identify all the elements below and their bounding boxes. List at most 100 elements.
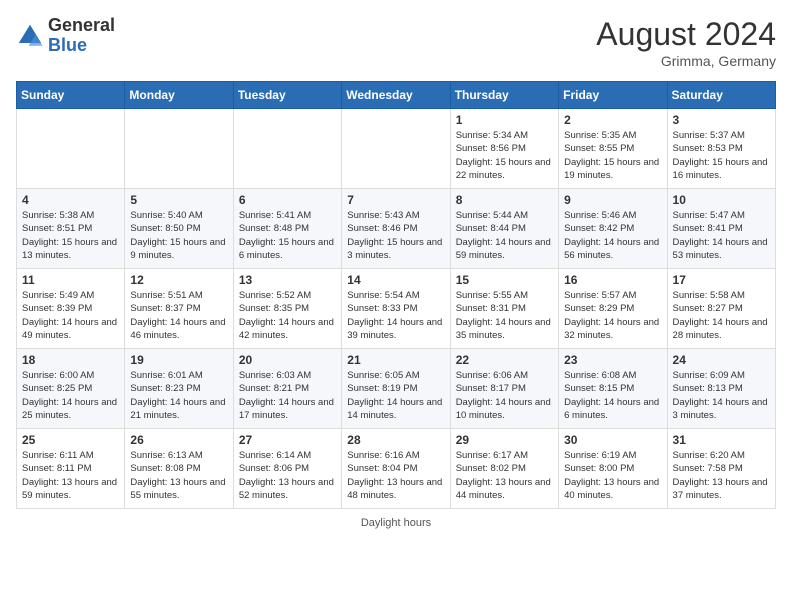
- calendar-cell: 27 Sunrise: 6:14 AM Sunset: 8:06 PM Dayli…: [233, 429, 341, 509]
- location: Grimma, Germany: [596, 53, 776, 69]
- calendar-cell: 25 Sunrise: 6:11 AM Sunset: 8:11 PM Dayli…: [17, 429, 125, 509]
- col-wednesday: Wednesday: [342, 82, 450, 109]
- day-number: 25: [22, 433, 119, 447]
- day-info: Sunrise: 6:13 AM Sunset: 8:08 PM Dayligh…: [130, 449, 227, 502]
- day-number: 2: [564, 113, 661, 127]
- calendar-cell: 30 Sunrise: 6:19 AM Sunset: 8:00 PM Dayli…: [559, 429, 667, 509]
- calendar-body: 1 Sunrise: 5:34 AM Sunset: 8:56 PM Daylig…: [17, 109, 776, 509]
- day-number: 13: [239, 273, 336, 287]
- day-info: Sunrise: 5:51 AM Sunset: 8:37 PM Dayligh…: [130, 289, 227, 342]
- calendar-cell: 19 Sunrise: 6:01 AM Sunset: 8:23 PM Dayli…: [125, 349, 233, 429]
- day-number: 14: [347, 273, 444, 287]
- calendar-cell: [342, 109, 450, 189]
- col-sunday: Sunday: [17, 82, 125, 109]
- day-number: 1: [456, 113, 553, 127]
- day-info: Sunrise: 6:19 AM Sunset: 8:00 PM Dayligh…: [564, 449, 661, 502]
- calendar-cell: [17, 109, 125, 189]
- calendar-cell: 8 Sunrise: 5:44 AM Sunset: 8:44 PM Daylig…: [450, 189, 558, 269]
- calendar-table: Sunday Monday Tuesday Wednesday Thursday…: [16, 81, 776, 509]
- day-number: 16: [564, 273, 661, 287]
- calendar-cell: 24Sunrise: 6:09 AM Sunset: 8:13 PM Dayli…: [667, 349, 775, 429]
- calendar-cell: 5 Sunrise: 5:40 AM Sunset: 8:50 PM Daylig…: [125, 189, 233, 269]
- col-monday: Monday: [125, 82, 233, 109]
- col-friday: Friday: [559, 82, 667, 109]
- day-info: Sunrise: 5:52 AM Sunset: 8:35 PM Dayligh…: [239, 289, 336, 342]
- day-number: 5: [130, 193, 227, 207]
- calendar-cell: 16 Sunrise: 5:57 AM Sunset: 8:29 PM Dayli…: [559, 269, 667, 349]
- day-number: 19: [130, 353, 227, 367]
- day-info: Sunrise: 6:05 AM Sunset: 8:19 PM Dayligh…: [347, 369, 444, 422]
- day-number: 26: [130, 433, 227, 447]
- calendar-cell: 10Sunrise: 5:47 AM Sunset: 8:41 PM Dayli…: [667, 189, 775, 269]
- calendar-week-4: 18 Sunrise: 6:00 AM Sunset: 8:25 PM Dayli…: [17, 349, 776, 429]
- logo-blue-text: Blue: [48, 35, 87, 55]
- day-number: 18: [22, 353, 119, 367]
- day-number: 6: [239, 193, 336, 207]
- day-info: Sunrise: 5:37 AM Sunset: 8:53 PM Dayligh…: [673, 129, 770, 182]
- calendar-cell: 14 Sunrise: 5:54 AM Sunset: 8:33 PM Dayli…: [342, 269, 450, 349]
- day-info: Sunrise: 6:06 AM Sunset: 8:17 PM Dayligh…: [456, 369, 553, 422]
- calendar-cell: 23Sunrise: 6:08 AM Sunset: 8:15 PM Dayli…: [559, 349, 667, 429]
- calendar-cell: 29Sunrise: 6:17 AM Sunset: 8:02 PM Dayli…: [450, 429, 558, 509]
- day-info: Sunrise: 6:14 AM Sunset: 8:06 PM Dayligh…: [239, 449, 336, 502]
- day-info: Sunrise: 5:46 AM Sunset: 8:42 PM Dayligh…: [564, 209, 661, 262]
- day-info: Sunrise: 5:44 AM Sunset: 8:44 PM Dayligh…: [456, 209, 553, 262]
- day-info: Sunrise: 6:17 AM Sunset: 8:02 PM Dayligh…: [456, 449, 553, 502]
- day-info: Sunrise: 6:11 AM Sunset: 8:11 PM Dayligh…: [22, 449, 119, 502]
- day-info: Sunrise: 6:03 AM Sunset: 8:21 PM Dayligh…: [239, 369, 336, 422]
- day-number: 3: [673, 113, 770, 127]
- calendar-cell: 17Sunrise: 5:58 AM Sunset: 8:27 PM Dayli…: [667, 269, 775, 349]
- calendar-cell: 12Sunrise: 5:51 AM Sunset: 8:37 PM Dayli…: [125, 269, 233, 349]
- day-info: Sunrise: 5:43 AM Sunset: 8:46 PM Dayligh…: [347, 209, 444, 262]
- day-headers-row: Sunday Monday Tuesday Wednesday Thursday…: [17, 82, 776, 109]
- calendar-cell: 7 Sunrise: 5:43 AM Sunset: 8:46 PM Daylig…: [342, 189, 450, 269]
- day-number: 11: [22, 273, 119, 287]
- day-number: 22: [456, 353, 553, 367]
- day-number: 17: [673, 273, 770, 287]
- logo: General Blue: [16, 16, 115, 56]
- day-info: Sunrise: 6:01 AM Sunset: 8:23 PM Dayligh…: [130, 369, 227, 422]
- day-info: Sunrise: 6:08 AM Sunset: 8:15 PM Dayligh…: [564, 369, 661, 422]
- day-info: Sunrise: 5:40 AM Sunset: 8:50 PM Dayligh…: [130, 209, 227, 262]
- day-number: 15: [456, 273, 553, 287]
- day-info: Sunrise: 5:34 AM Sunset: 8:56 PM Dayligh…: [456, 129, 553, 182]
- day-info: Sunrise: 5:38 AM Sunset: 8:51 PM Dayligh…: [22, 209, 119, 262]
- day-number: 8: [456, 193, 553, 207]
- day-number: 7: [347, 193, 444, 207]
- calendar-cell: 13 Sunrise: 5:52 AM Sunset: 8:35 PM Dayli…: [233, 269, 341, 349]
- calendar-cell: 11 Sunrise: 5:49 AM Sunset: 8:39 PM Dayli…: [17, 269, 125, 349]
- day-info: Sunrise: 6:09 AM Sunset: 8:13 PM Dayligh…: [673, 369, 770, 422]
- day-number: 31: [673, 433, 770, 447]
- calendar-cell: 26 Sunrise: 6:13 AM Sunset: 8:08 PM Dayli…: [125, 429, 233, 509]
- calendar-cell: 9 Sunrise: 5:46 AM Sunset: 8:42 PM Daylig…: [559, 189, 667, 269]
- calendar-cell: 21 Sunrise: 6:05 AM Sunset: 8:19 PM Dayli…: [342, 349, 450, 429]
- col-thursday: Thursday: [450, 82, 558, 109]
- calendar-cell: 20 Sunrise: 6:03 AM Sunset: 8:21 PM Dayli…: [233, 349, 341, 429]
- calendar-cell: [125, 109, 233, 189]
- day-info: Sunrise: 5:41 AM Sunset: 8:48 PM Dayligh…: [239, 209, 336, 262]
- calendar-cell: 15Sunrise: 5:55 AM Sunset: 8:31 PM Dayli…: [450, 269, 558, 349]
- calendar-cell: 3 Sunrise: 5:37 AM Sunset: 8:53 PM Daylig…: [667, 109, 775, 189]
- calendar-cell: 18 Sunrise: 6:00 AM Sunset: 8:25 PM Dayli…: [17, 349, 125, 429]
- day-number: 10: [673, 193, 770, 207]
- day-info: Sunrise: 6:00 AM Sunset: 8:25 PM Dayligh…: [22, 369, 119, 422]
- calendar-week-5: 25 Sunrise: 6:11 AM Sunset: 8:11 PM Dayli…: [17, 429, 776, 509]
- calendar-cell: 6 Sunrise: 5:41 AM Sunset: 8:48 PM Daylig…: [233, 189, 341, 269]
- day-number: 20: [239, 353, 336, 367]
- calendar-cell: 1 Sunrise: 5:34 AM Sunset: 8:56 PM Daylig…: [450, 109, 558, 189]
- day-number: 21: [347, 353, 444, 367]
- calendar-cell: 22 Sunrise: 6:06 AM Sunset: 8:17 PM Dayli…: [450, 349, 558, 429]
- day-number: 30: [564, 433, 661, 447]
- day-info: Sunrise: 5:57 AM Sunset: 8:29 PM Dayligh…: [564, 289, 661, 342]
- footer-note: Daylight hours: [16, 517, 776, 529]
- day-number: 27: [239, 433, 336, 447]
- calendar-week-3: 11 Sunrise: 5:49 AM Sunset: 8:39 PM Dayli…: [17, 269, 776, 349]
- day-number: 9: [564, 193, 661, 207]
- day-info: Sunrise: 5:54 AM Sunset: 8:33 PM Dayligh…: [347, 289, 444, 342]
- col-saturday: Saturday: [667, 82, 775, 109]
- day-info: Sunrise: 5:35 AM Sunset: 8:55 PM Dayligh…: [564, 129, 661, 182]
- day-info: Sunrise: 6:16 AM Sunset: 8:04 PM Dayligh…: [347, 449, 444, 502]
- calendar-week-2: 4Sunrise: 5:38 AM Sunset: 8:51 PM Daylig…: [17, 189, 776, 269]
- calendar-cell: [233, 109, 341, 189]
- day-info: Sunrise: 5:49 AM Sunset: 8:39 PM Dayligh…: [22, 289, 119, 342]
